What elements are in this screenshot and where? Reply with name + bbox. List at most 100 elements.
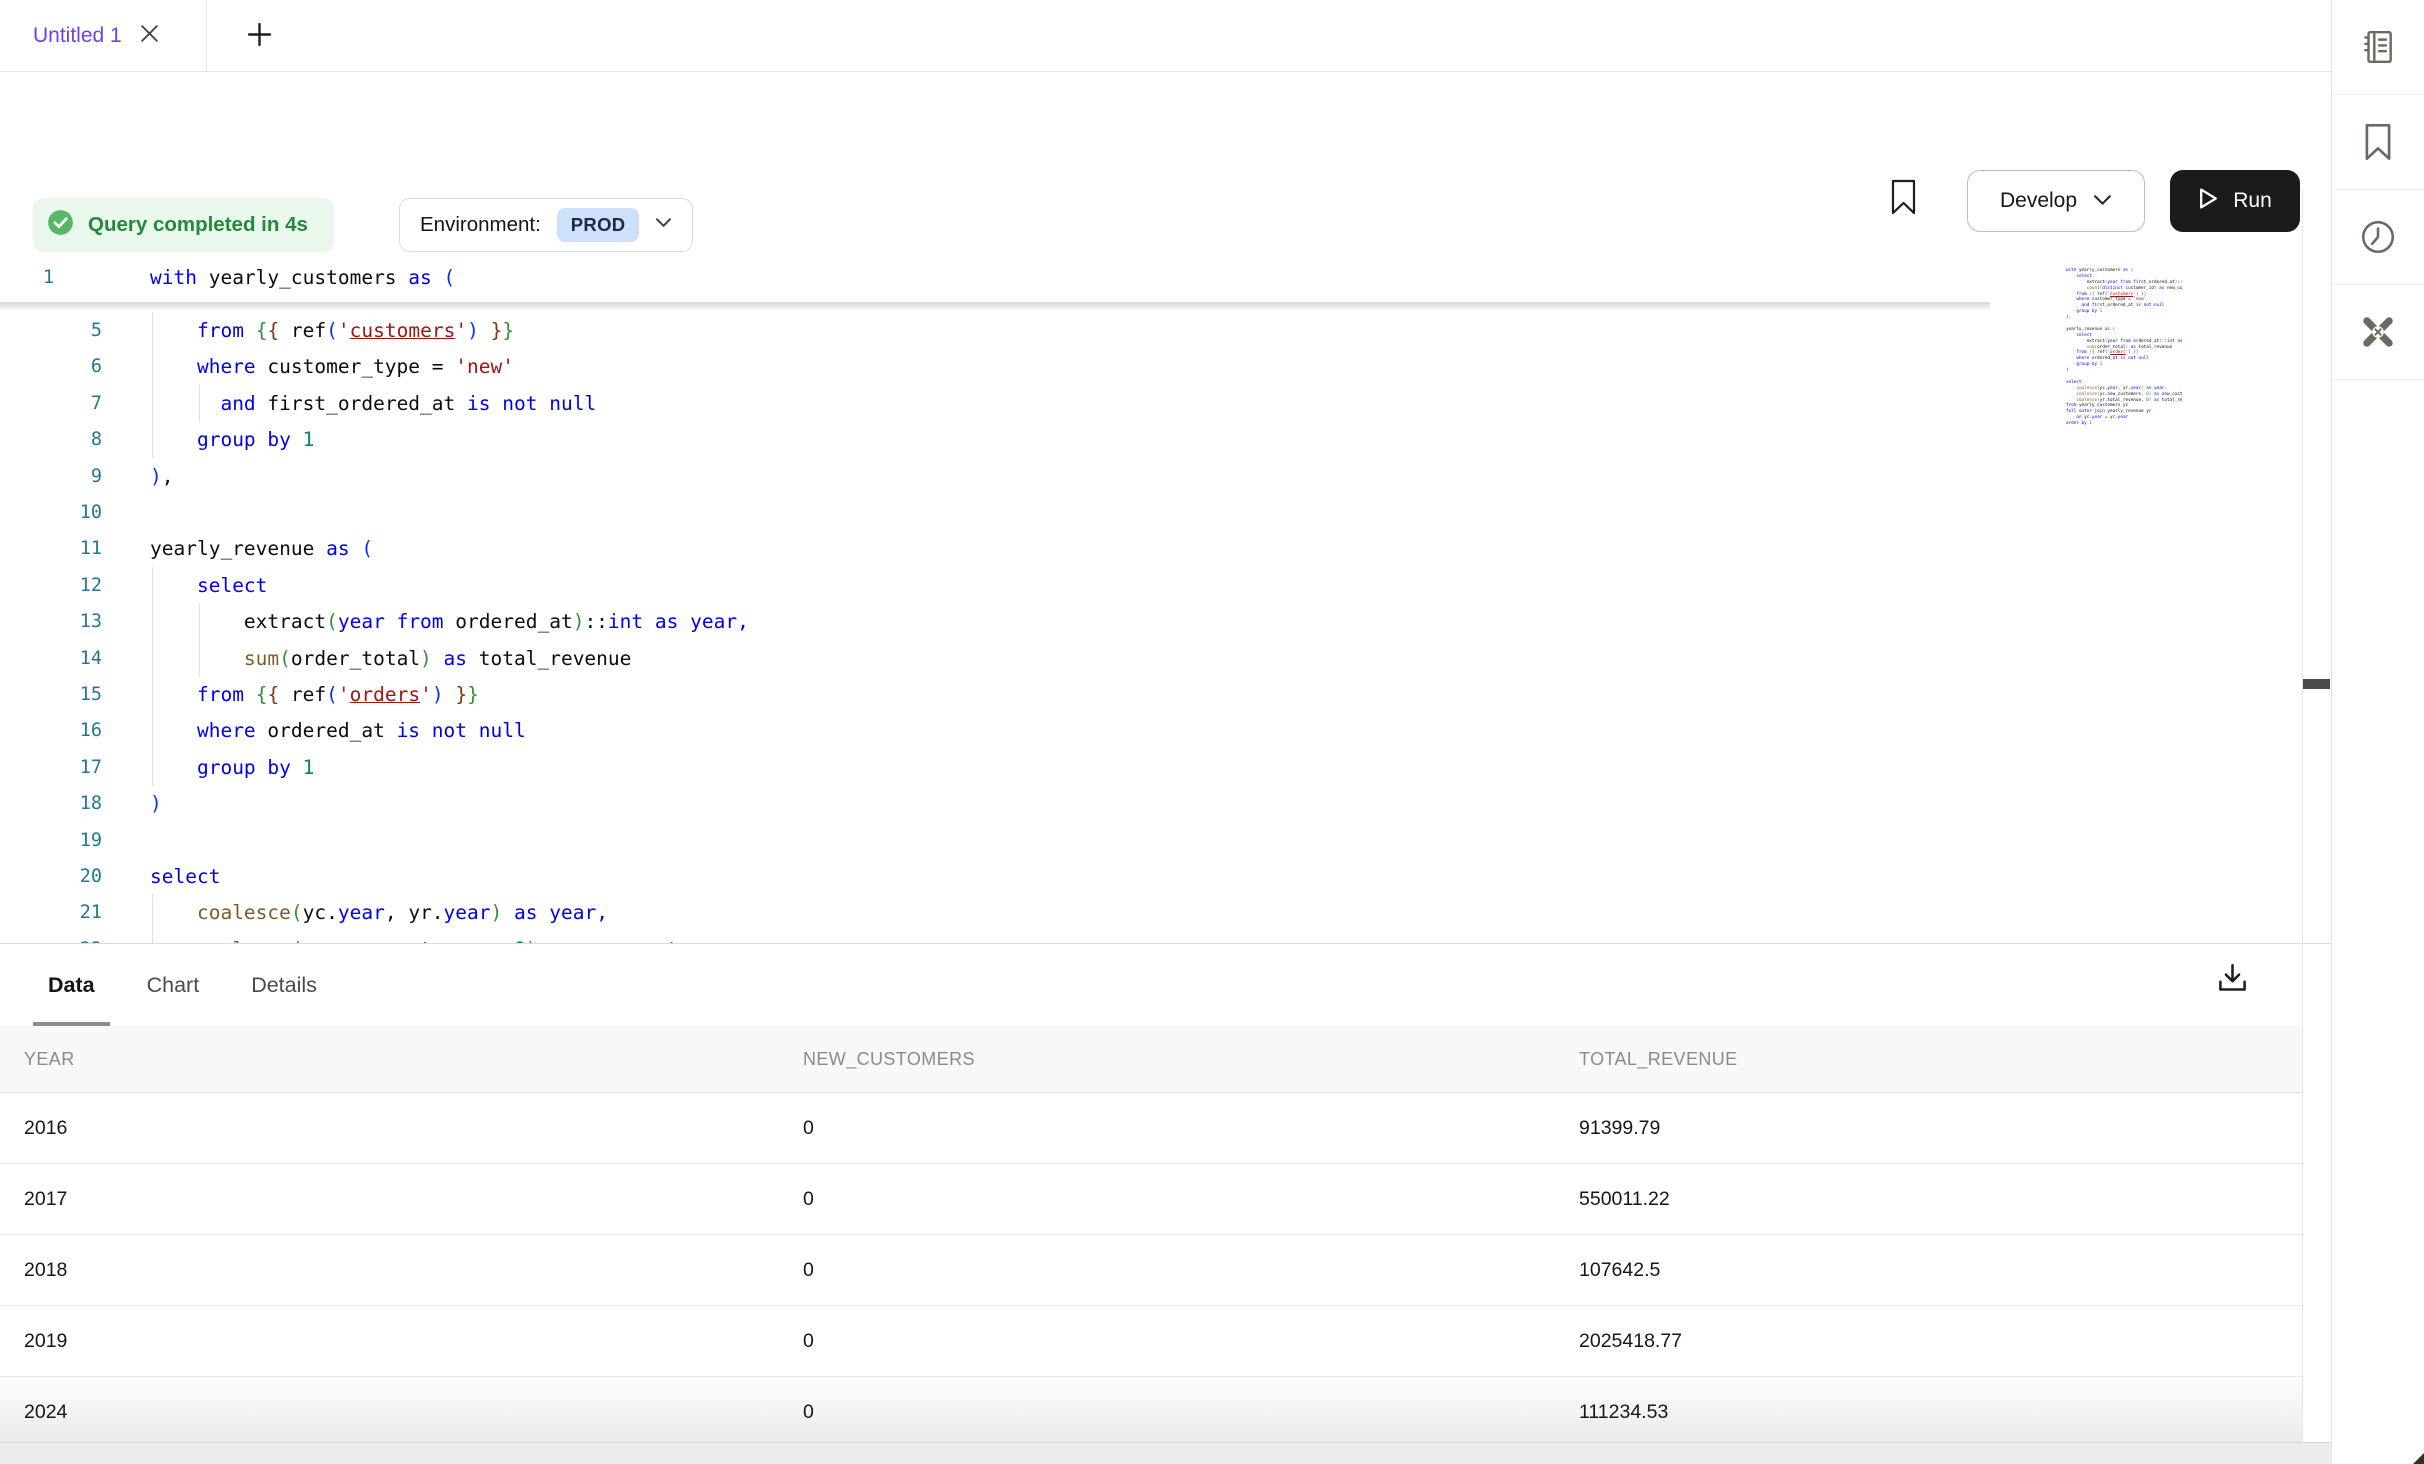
plus-icon (247, 22, 272, 50)
line-number: 13 (0, 603, 102, 640)
environment-badge: PROD (557, 208, 640, 242)
table-cell: 2024 (24, 1377, 67, 1448)
code-line[interactable]: 7 and first_ordered_at is not null (0, 385, 2300, 422)
table-cell: 2018 (24, 1235, 67, 1306)
table-cell: 550011.22 (1579, 1164, 1670, 1235)
table-cell: 111234.53 (1579, 1377, 1668, 1448)
resize-grip-icon[interactable] (2413, 1453, 2424, 1464)
environment-label: Environment: (420, 213, 541, 237)
sticky-scroll-shadow (0, 302, 1990, 311)
code-line[interactable]: 1with yearly_customers as ( (0, 258, 2300, 302)
notebook-icon (2359, 28, 2397, 66)
line-number: 6 (0, 348, 102, 385)
sidebar-button-history[interactable] (2332, 190, 2424, 285)
line-number: 17 (0, 749, 102, 786)
check-circle-icon (47, 209, 74, 241)
history-icon (2359, 218, 2397, 256)
pane-resize-handle[interactable] (2303, 679, 2330, 689)
table-header-row: YEAR NEW_CUSTOMERS TOTAL_REVENUE (0, 1026, 2302, 1093)
sidebar-button-notebook[interactable] (2332, 0, 2424, 95)
sidebar-button-dbt[interactable] (2332, 285, 2424, 380)
chevron-down-icon (655, 216, 672, 234)
table-row[interactable]: 2017 0 550011.22 (0, 1164, 2302, 1235)
table-cell: 2017 (24, 1164, 67, 1235)
table-cell: 0 (803, 1164, 814, 1235)
line-number: 7 (0, 385, 102, 422)
tab-label: Untitled 1 (33, 24, 122, 48)
table-cell: 0 (803, 1093, 814, 1164)
code-line[interactable]: 21 coalesce(yc.year, yr.year) as year, (0, 894, 2300, 931)
table-cell: 0 (803, 1377, 814, 1448)
code-line[interactable]: 18) (0, 785, 2300, 822)
table-cell: 2019 (24, 1306, 67, 1377)
download-icon (2216, 962, 2249, 998)
column-header: TOTAL_REVENUE (1579, 1026, 1738, 1093)
line-number: 1 (0, 258, 102, 298)
line-number: 8 (0, 421, 102, 458)
table-cell: 107642.5 (1579, 1235, 1660, 1306)
code-line[interactable]: 6 where customer_type = 'new' (0, 348, 2300, 385)
sticky-scroll-line[interactable]: 1with yearly_customers as ( (0, 258, 2060, 302)
code-line[interactable]: 15 from {{ ref('orders') }} (0, 676, 2300, 713)
code-line[interactable]: 19 (0, 822, 2300, 859)
table-cell: 0 (803, 1306, 814, 1377)
tab-untitled-1[interactable]: Untitled 1 (0, 0, 207, 72)
line-number: 14 (0, 640, 102, 677)
table-row[interactable]: 2016 0 91399.79 (0, 1093, 2302, 1164)
code-line[interactable]: 16 where ordered_at is not null (0, 712, 2300, 749)
line-number: 11 (0, 530, 102, 567)
line-number: 10 (0, 494, 102, 531)
code-line[interactable]: 14 sum(order_total) as total_revenue (0, 640, 2300, 677)
tab-chart[interactable]: Chart (132, 944, 215, 1026)
editor-minimap[interactable]: with yearly_customers as ( select extrac… (2066, 268, 2182, 448)
line-number: 20 (0, 858, 102, 895)
results-panel: Data Chart Details YEAR NEW_CUSTOMERS TOTAL_… (0, 943, 2331, 1464)
line-number: 15 (0, 676, 102, 713)
query-status-pill: Query completed in 4s (33, 198, 334, 252)
table-cell: 91399.79 (1579, 1093, 1660, 1164)
code-line[interactable]: 20select (0, 858, 2300, 895)
sql-editor[interactable]: 5 from {{ ref('customers') }}6 where cus… (0, 254, 2331, 943)
tab-details[interactable]: Details (236, 944, 332, 1026)
sidebar-button-bookmark[interactable] (2332, 95, 2424, 190)
line-number: 12 (0, 567, 102, 604)
toolbar: Develop Run (0, 72, 2331, 176)
code-line[interactable]: 10 (0, 494, 2300, 531)
right-sidebar (2331, 0, 2424, 1464)
line-number: 19 (0, 822, 102, 859)
code-line[interactable]: 5 from {{ ref('customers') }} (0, 312, 2300, 349)
scrollbar-track (2302, 190, 2303, 1441)
horizontal-scrollbar[interactable] (0, 1442, 2331, 1464)
code-line[interactable]: 11yearly_revenue as ( (0, 530, 2300, 567)
column-header: NEW_CUSTOMERS (803, 1026, 975, 1093)
code-line[interactable]: 17 group by 1 (0, 749, 2300, 786)
app-window: Untitled 1 Develop (0, 0, 2424, 1464)
tab-bar: Untitled 1 (0, 0, 2331, 72)
code-line[interactable]: 22 coalesce(yc.new_customers, 0) as new_… (0, 931, 2300, 943)
table-cell: 2016 (24, 1093, 67, 1164)
column-header: YEAR (24, 1026, 75, 1093)
environment-selector[interactable]: Environment: PROD (399, 198, 693, 252)
table-cell: 0 (803, 1235, 814, 1306)
query-status-text: Query completed in 4s (88, 213, 308, 237)
line-number: 18 (0, 785, 102, 822)
close-icon[interactable] (140, 24, 159, 48)
line-number: 16 (0, 712, 102, 749)
bookmark-icon (2361, 122, 2395, 162)
tab-data[interactable]: Data (33, 944, 110, 1026)
line-number: 9 (0, 458, 102, 495)
results-tab-bar: Data Chart Details (33, 944, 332, 1026)
code-line[interactable]: 13 extract(year from ordered_at)::int as… (0, 603, 2300, 640)
line-number: 21 (0, 894, 102, 931)
download-button[interactable] (2208, 956, 2256, 1004)
table-cell: 2025418.77 (1579, 1306, 1682, 1377)
line-number: 22 (0, 931, 102, 943)
table-row[interactable]: 2024 0 111234.53 (0, 1377, 2302, 1448)
code-line[interactable]: 12 select (0, 567, 2300, 604)
new-tab-button[interactable] (238, 15, 280, 57)
table-row[interactable]: 2018 0 107642.5 (0, 1235, 2302, 1306)
code-line[interactable]: 9), (0, 458, 2300, 495)
status-row: Query completed in 4s Environment: PROD (0, 198, 2331, 254)
code-line[interactable]: 8 group by 1 (0, 421, 2300, 458)
table-row[interactable]: 2019 0 2025418.77 (0, 1306, 2302, 1377)
